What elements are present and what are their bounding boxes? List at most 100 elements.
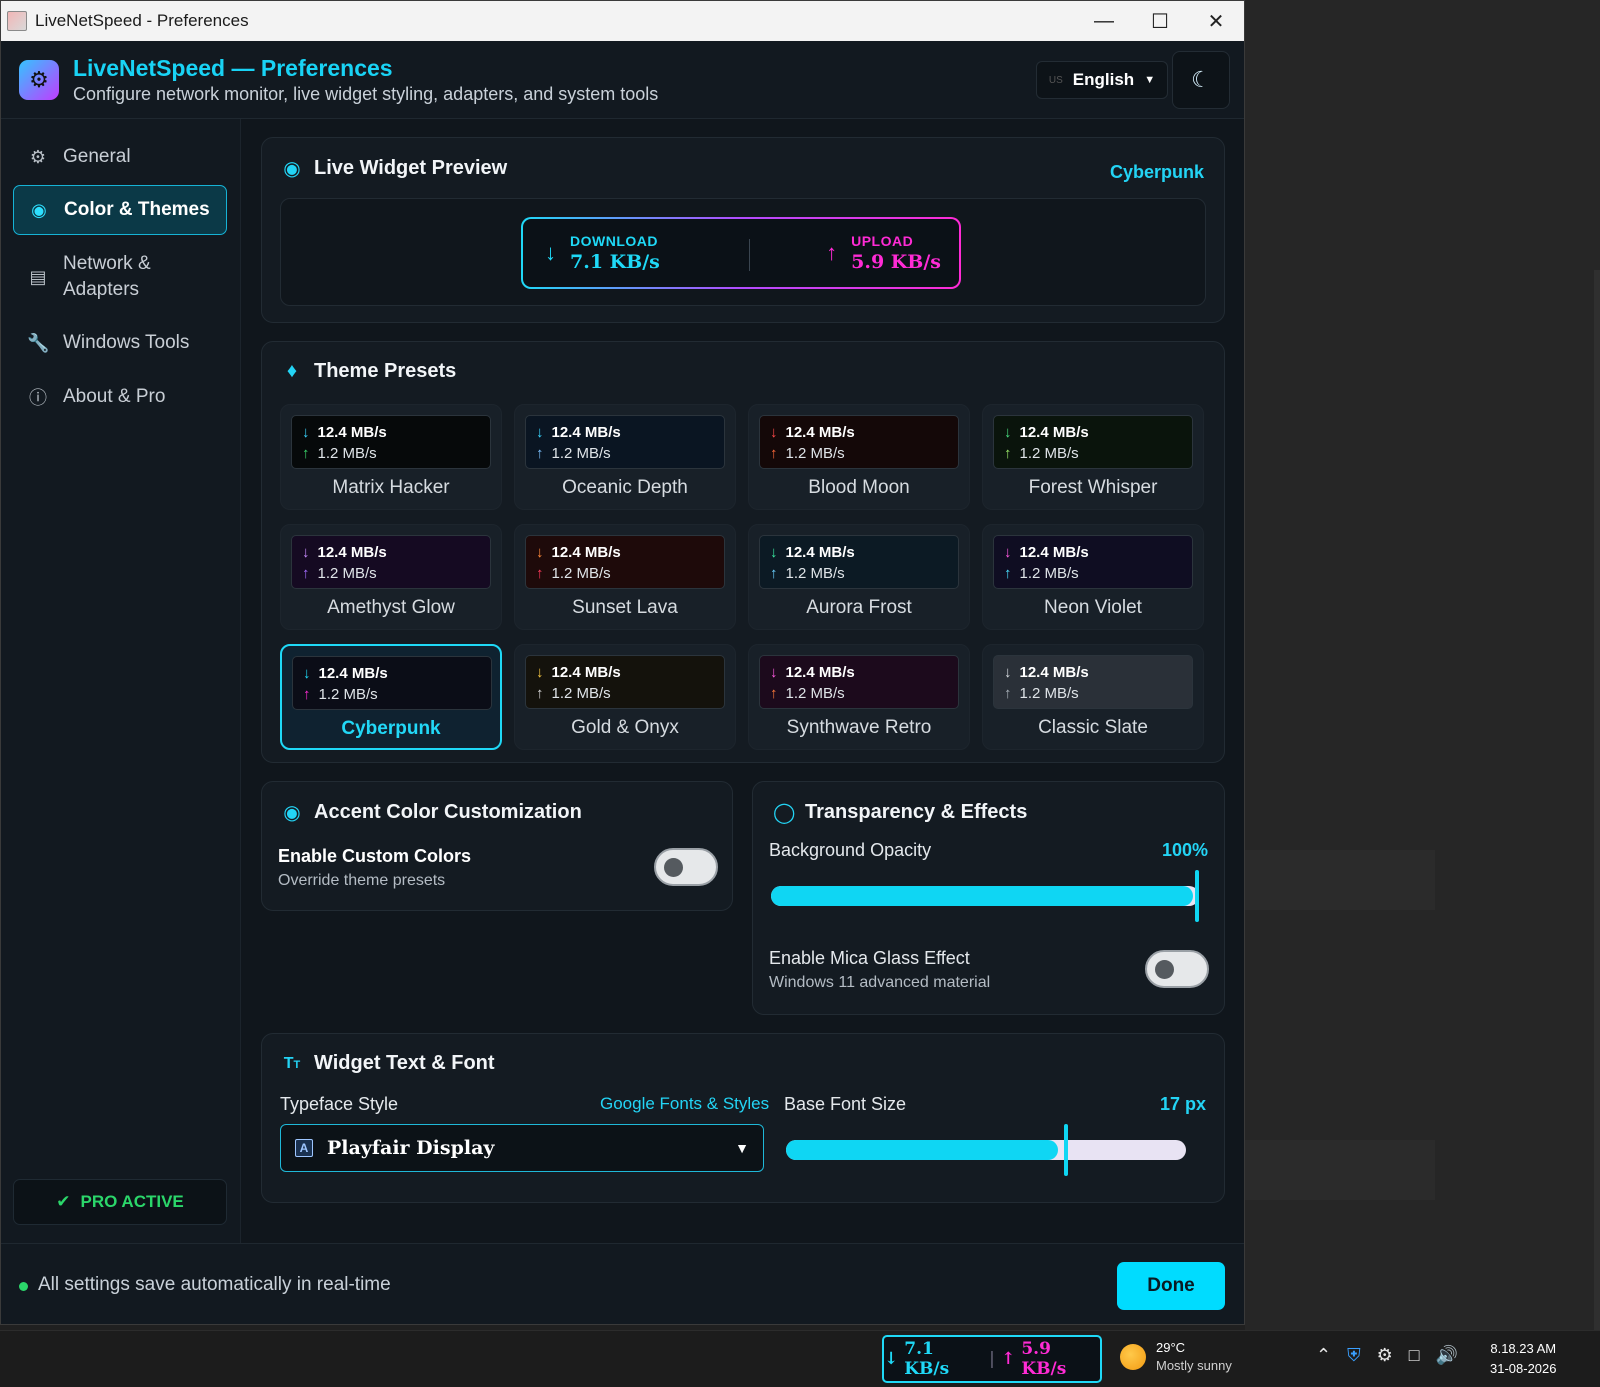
preset-up-value: 1.2 MB/s (1019, 445, 1079, 462)
palette-icon: ◉ (283, 802, 301, 824)
page-subtitle: Configure network monitor, live widget s… (73, 83, 659, 104)
theme-preset-card[interactable]: ↓ 12.4 MB/s ↑ 1.2 MB/s Sunset Lava (514, 524, 736, 630)
opacity-slider-fill (771, 886, 1193, 906)
google-fonts-link[interactable]: Google Fonts & Styles (600, 1094, 769, 1114)
arrow-up-icon: ↑ (536, 685, 544, 702)
moon-icon: ☾ (1191, 67, 1211, 92)
done-button[interactable]: Done (1117, 1262, 1225, 1310)
card-title: ◉ Accent Color Customization (282, 800, 582, 825)
card-title: TT Widget Text & Font (282, 1052, 495, 1075)
theme-preset-card[interactable]: ↓ 12.4 MB/s ↑ 1.2 MB/s Gold & Onyx (514, 644, 736, 750)
minimize-button[interactable]: — (1076, 10, 1132, 33)
network-icon[interactable]: □ (1409, 1345, 1420, 1366)
preset-preview: ↓ 12.4 MB/s ↑ 1.2 MB/s (759, 415, 959, 469)
theme-preset-card[interactable]: ↓ 12.4 MB/s ↑ 1.2 MB/s Forest Whisper (982, 404, 1204, 510)
card-title: ♦ Theme Presets (282, 360, 456, 383)
theme-preset-card[interactable]: ↓ 12.4 MB/s ↑ 1.2 MB/s Neon Violet (982, 524, 1204, 630)
effects-title: Transparency & Effects (805, 801, 1028, 823)
presets-title: Theme Presets (314, 360, 457, 382)
preview-area: ↓ DOWNLOAD 7.1 KB/s ↑ UPLOAD 5.9 KB/s (280, 198, 1206, 306)
arrow-down-icon: ↓ (770, 544, 778, 561)
sidebar-item-about-pro[interactable]: ⓘ About & Pro (13, 377, 227, 417)
preset-down-value: 12.4 MB/s (551, 424, 621, 441)
speaker-icon[interactable]: 🔊 (1436, 1345, 1458, 1366)
preset-preview: ↓ 12.4 MB/s ↑ 1.2 MB/s (292, 656, 492, 710)
preset-up-value: 1.2 MB/s (785, 565, 845, 582)
theme-preset-card[interactable]: ↓ 12.4 MB/s ↑ 1.2 MB/s Classic Slate (982, 644, 1204, 750)
language-select[interactable]: US English ▼ (1036, 61, 1168, 99)
sidebar-item-windows-tools[interactable]: 🔧 Windows Tools (13, 323, 227, 363)
typeface-select[interactable]: A Playfair Display ▼ (280, 1124, 764, 1172)
custom-colors-toggle[interactable] (654, 848, 718, 886)
accent-color-card: ◉ Accent Color Customization Enable Cust… (261, 781, 733, 911)
clock[interactable]: 8.18.23 AM 31-08-2026 (1490, 1339, 1557, 1379)
desktop-background (1245, 0, 1600, 1330)
preset-name: Forest Whisper (1028, 477, 1158, 498)
arrow-down-icon: ↓ (302, 544, 310, 561)
arrow-down-icon: ↓ (770, 424, 778, 441)
font-size-label: Base Font Size (784, 1094, 907, 1114)
typeface-label: Typeface Style (280, 1094, 399, 1114)
security-shield-icon[interactable]: ⛨ (1347, 1345, 1361, 1366)
chevron-up-icon[interactable]: ⌃ (1316, 1345, 1331, 1366)
background-panel (1245, 850, 1435, 910)
theme-preset-card[interactable]: ↓ 12.4 MB/s ↑ 1.2 MB/s Synthwave Retro (748, 644, 970, 750)
arrow-up-icon: ↑ (536, 565, 544, 582)
swatches-icon: ♦ (286, 360, 298, 382)
preset-down-value: 12.4 MB/s (551, 544, 621, 561)
arrow-down-icon: ↓ (303, 665, 311, 682)
theme-preset-card[interactable]: ↓ 12.4 MB/s ↑ 1.2 MB/s Oceanic Depth (514, 404, 736, 510)
title-bar[interactable]: LiveNetSpeed - Preferences — ☐ ✕ (1, 1, 1244, 41)
arrow-down-icon: ↓ (302, 424, 310, 441)
theme-presets-card: ♦ Theme Presets ↓ 12.4 MB/s ↑ 1.2 MB/s Matri… (261, 341, 1225, 763)
router-icon: ▤ (29, 267, 47, 287)
speed-widget[interactable]: ↓ DOWNLOAD 7.1 KB/s ↑ UPLOAD 5.9 KB/s (521, 217, 961, 289)
theme-preset-card[interactable]: ↓ 12.4 MB/s ↑ 1.2 MB/s Aurora Frost (748, 524, 970, 630)
arrow-down-icon: ↓ (536, 664, 544, 681)
close-button[interactable]: ✕ (1188, 9, 1244, 34)
taskbar-speed-widget[interactable]: ↓ 7.1 KB/s | ↑ 5.9 KB/s (882, 1335, 1102, 1383)
temperature: 29°C (1156, 1340, 1186, 1355)
preset-name: Oceanic Depth (562, 477, 688, 498)
custom-colors-description: Override theme presets (278, 872, 446, 889)
preset-up-value: 1.2 MB/s (317, 445, 377, 462)
mica-description: Windows 11 advanced material (769, 974, 991, 991)
theme-preset-card[interactable]: ↓ 12.4 MB/s ↑ 1.2 MB/s Matrix Hacker (280, 404, 502, 510)
globe-icon[interactable]: ⚙ (1377, 1345, 1393, 1366)
sidebar-item-label: General (63, 146, 131, 167)
theme-preset-card[interactable]: ↓ 12.4 MB/s ↑ 1.2 MB/s Blood Moon (748, 404, 970, 510)
theme-preset-card[interactable]: ↓ 12.4 MB/s ↑ 1.2 MB/s Amethyst Glow (280, 524, 502, 630)
font-size-slider-thumb[interactable] (1064, 1124, 1068, 1176)
arrow-up-icon: ↑ (1004, 565, 1012, 582)
maximize-button[interactable]: ☐ (1132, 9, 1188, 34)
upload-label: UPLOAD (851, 233, 914, 249)
arrow-up-icon: ↑ (303, 686, 311, 703)
upload-value: 5.9 KB/s (851, 251, 941, 273)
weather-widget[interactable]: 29°C Mostly sunny (1120, 1339, 1232, 1375)
preset-name: Cyberpunk (341, 718, 441, 739)
preset-down-value: 12.4 MB/s (1019, 424, 1089, 441)
sidebar-item-color-themes[interactable]: ◉ Color & Themes (13, 185, 227, 235)
preset-up-value: 1.2 MB/s (1019, 565, 1079, 582)
sidebar-item-general[interactable]: ⚙ General (13, 137, 227, 177)
preset-up-value: 1.2 MB/s (785, 685, 845, 702)
background-panel (1245, 1140, 1435, 1200)
sidebar-item-network-adapters[interactable]: ▤ Network & Adapters (13, 247, 227, 307)
status-dot (19, 1282, 28, 1291)
pro-status-badge: ✔ PRO ACTIVE (13, 1179, 227, 1225)
theme-preset-card[interactable]: ↓ 12.4 MB/s ↑ 1.2 MB/s Cyberpunk (280, 644, 502, 750)
arrow-down-icon: ↓ (770, 664, 778, 681)
preset-name: Sunset Lava (572, 597, 678, 618)
preset-preview: ↓ 12.4 MB/s ↑ 1.2 MB/s (759, 655, 959, 709)
window-title: LiveNetSpeed - Preferences (35, 11, 249, 30)
mica-toggle[interactable] (1145, 950, 1209, 988)
preset-preview: ↓ 12.4 MB/s ↑ 1.2 MB/s (291, 535, 491, 589)
preset-down-value: 12.4 MB/s (1019, 664, 1089, 681)
opacity-slider-thumb[interactable] (1195, 870, 1199, 922)
arrow-up-icon: ↑ (770, 685, 778, 702)
dark-mode-toggle[interactable]: ☾ (1172, 51, 1230, 109)
taskbar-divider: | (988, 1349, 996, 1369)
preset-down-value: 12.4 MB/s (785, 424, 855, 441)
accent-title: Accent Color Customization (314, 801, 582, 823)
flag-icon: US (1048, 74, 1063, 86)
